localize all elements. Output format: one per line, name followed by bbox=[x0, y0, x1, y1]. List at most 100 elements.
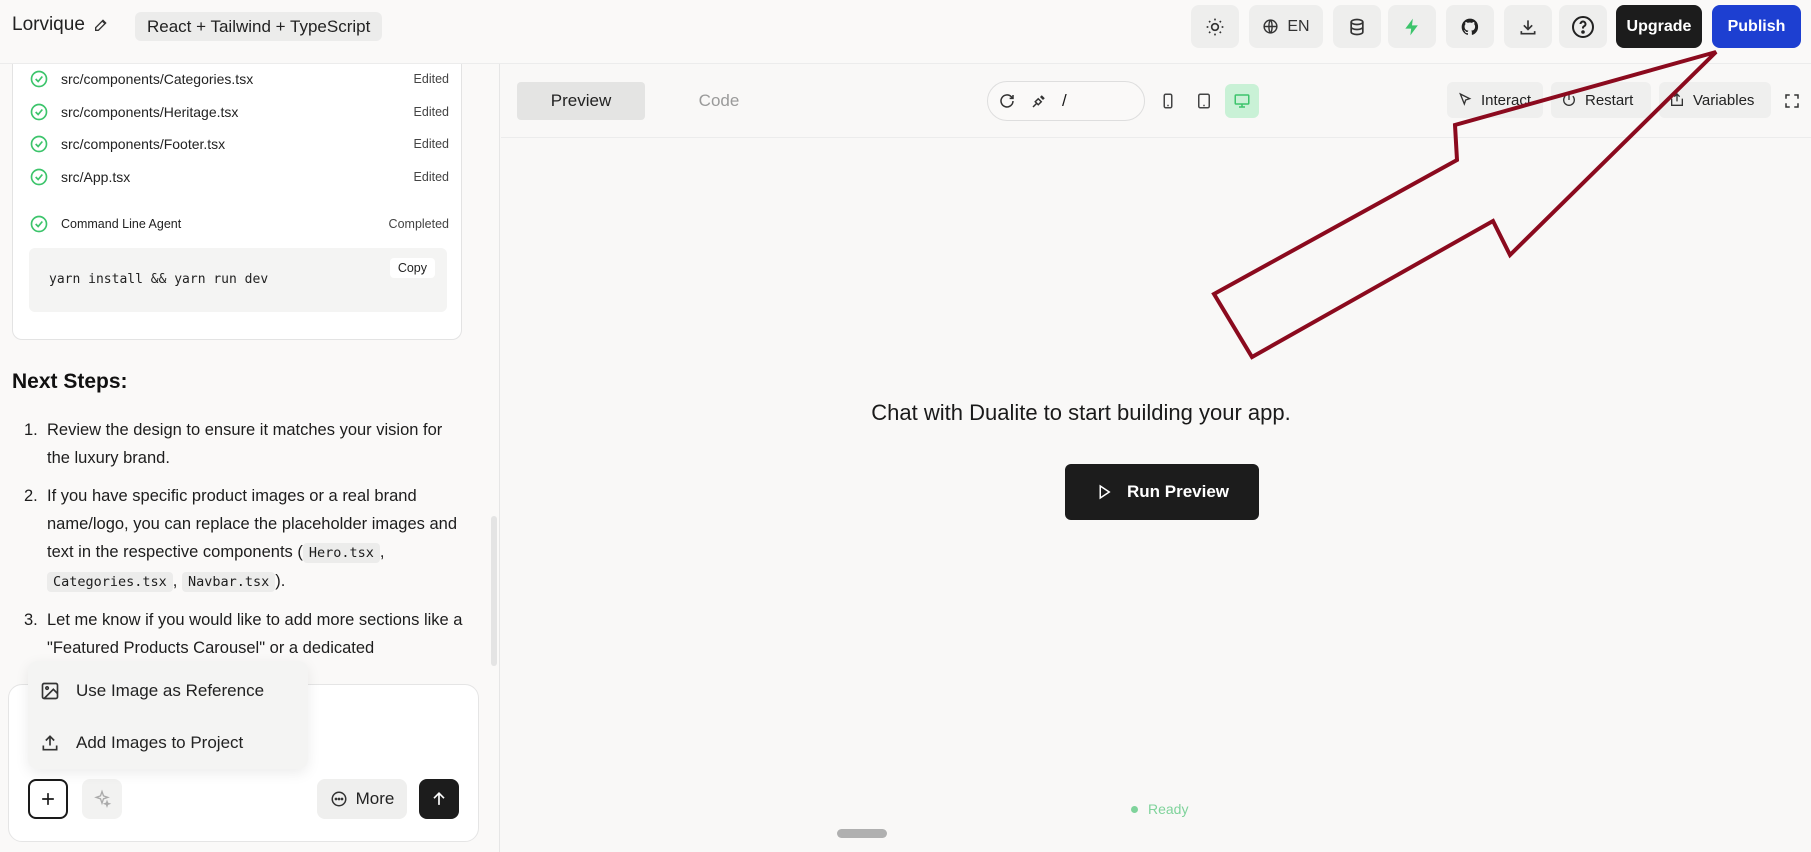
interact-button[interactable]: Interact bbox=[1447, 82, 1543, 118]
add-attachment-button[interactable] bbox=[28, 779, 68, 819]
inline-code: Hero.tsx bbox=[302, 543, 380, 563]
preview-toolbar: Preview Code / Interact Restart Variable… bbox=[501, 64, 1811, 138]
menu-item-add-images[interactable]: Add Images to Project bbox=[40, 725, 243, 761]
github-icon bbox=[1461, 18, 1479, 35]
command-code: yarn install && yarn run dev bbox=[49, 272, 269, 287]
mobile-view-button[interactable] bbox=[1151, 84, 1185, 118]
refresh-icon[interactable] bbox=[998, 92, 1016, 110]
command-agent-row: Command Line Agent Completed bbox=[29, 213, 449, 235]
check-circle-icon bbox=[30, 215, 48, 233]
upgrade-button[interactable]: Upgrade bbox=[1616, 5, 1702, 48]
run-preview-button[interactable]: Run Preview bbox=[1065, 464, 1259, 520]
project-name: Lorvique bbox=[12, 14, 85, 35]
menu-item-label: Add Images to Project bbox=[76, 733, 244, 752]
check-circle-icon bbox=[30, 103, 48, 121]
chat-scrollbar[interactable] bbox=[491, 516, 497, 666]
file-status: Edited bbox=[413, 72, 449, 86]
file-path: src/App.tsx bbox=[61, 169, 131, 185]
github-button[interactable] bbox=[1446, 5, 1494, 48]
globe-icon bbox=[1263, 19, 1278, 34]
file-status: Edited bbox=[413, 137, 449, 151]
url-bar[interactable]: / bbox=[987, 81, 1145, 121]
expand-icon bbox=[1785, 94, 1799, 108]
variables-icon bbox=[1671, 93, 1683, 106]
resize-handle[interactable] bbox=[837, 829, 887, 838]
check-circle-icon bbox=[30, 168, 48, 186]
status-label: Ready bbox=[1148, 801, 1189, 817]
next-steps-list: 1. Review the design to ensure it matche… bbox=[24, 416, 464, 672]
variables-button[interactable]: Variables bbox=[1659, 82, 1771, 118]
run-preview-label: Run Preview bbox=[1126, 482, 1230, 501]
restart-label: Restart bbox=[1585, 91, 1634, 109]
theme-toggle-button[interactable] bbox=[1191, 5, 1239, 48]
more-icon bbox=[331, 791, 347, 807]
command-code-block: yarn install && yarn run dev Copy bbox=[29, 248, 447, 312]
upload-icon bbox=[42, 735, 58, 751]
monitor-icon bbox=[1234, 94, 1250, 108]
file-path: src/components/Footer.tsx bbox=[61, 136, 226, 152]
next-steps-title: Next Steps: bbox=[12, 370, 128, 393]
restart-button[interactable]: Restart bbox=[1551, 82, 1651, 118]
check-circle-icon bbox=[30, 70, 48, 88]
list-item: 3. Let me know if you would like to add … bbox=[24, 611, 463, 657]
stack-badge: React + Tailwind + TypeScript bbox=[135, 12, 383, 41]
download-icon bbox=[1520, 19, 1536, 34]
tablet-icon bbox=[1198, 93, 1210, 109]
sun-icon bbox=[1206, 18, 1224, 35]
file-row: src/components/Footer.tsx Edited bbox=[29, 133, 449, 155]
inline-code: Categories.tsx bbox=[47, 572, 173, 592]
arrow-up-icon bbox=[433, 791, 445, 805]
download-button[interactable] bbox=[1504, 5, 1552, 48]
inline-code: Navbar.tsx bbox=[181, 572, 276, 592]
list-item: 2. If you have specific product images o… bbox=[24, 487, 458, 592]
interact-label: Interact bbox=[1481, 91, 1532, 109]
file-path: src/components/Categories.tsx bbox=[61, 71, 254, 87]
file-status: Edited bbox=[413, 170, 449, 184]
image-icon bbox=[41, 682, 59, 700]
variables-label: Variables bbox=[1693, 91, 1755, 109]
list-item: 1. Review the design to ensure it matche… bbox=[24, 421, 443, 467]
file-row: src/components/Heritage.tsx Edited bbox=[29, 101, 449, 123]
file-row: src/components/Categories.tsx Edited bbox=[29, 68, 449, 90]
database-button[interactable] bbox=[1333, 5, 1381, 48]
agent-name: Command Line Agent bbox=[61, 217, 182, 231]
fullscreen-button[interactable] bbox=[1775, 84, 1809, 118]
database-icon bbox=[1350, 18, 1364, 35]
play-icon bbox=[1099, 484, 1111, 500]
top-bar: Lorvique React + Tailwind + TypeScript E… bbox=[0, 0, 1811, 64]
tablet-view-button[interactable] bbox=[1187, 84, 1221, 118]
empty-state-message: Chat with Dualite to start building your… bbox=[871, 400, 1291, 425]
supabase-button[interactable] bbox=[1388, 5, 1436, 48]
attachment-menu: Use Image as Reference Add Images to Pro… bbox=[28, 661, 308, 769]
plug-icon[interactable] bbox=[1030, 92, 1048, 110]
more-label: More bbox=[355, 789, 395, 808]
help-icon bbox=[1572, 15, 1594, 38]
sparkle-icon bbox=[94, 789, 112, 809]
desktop-view-button[interactable] bbox=[1225, 84, 1259, 118]
file-path: src/components/Heritage.tsx bbox=[61, 104, 239, 120]
more-button[interactable]: More bbox=[317, 779, 407, 819]
language-label: EN bbox=[1287, 17, 1310, 35]
publish-button[interactable]: Publish bbox=[1712, 5, 1801, 48]
chat-panel: src/components/Categories.tsx Edited src… bbox=[0, 64, 500, 852]
copy-button[interactable]: Copy bbox=[389, 258, 435, 278]
send-button[interactable] bbox=[419, 779, 459, 819]
tab-preview[interactable]: Preview bbox=[517, 82, 645, 120]
agent-status: Completed bbox=[388, 217, 449, 231]
status-dot bbox=[1131, 805, 1138, 813]
preview-panel: Preview Code / Interact Restart Variable… bbox=[501, 64, 1811, 852]
pencil-icon[interactable] bbox=[93, 17, 109, 33]
menu-item-use-image-reference[interactable]: Use Image as Reference bbox=[40, 673, 264, 709]
power-icon bbox=[1563, 94, 1575, 106]
file-status: Edited bbox=[413, 105, 449, 119]
phone-icon bbox=[1163, 93, 1173, 109]
tab-code[interactable]: Code bbox=[655, 82, 783, 120]
plus-icon bbox=[42, 793, 54, 805]
language-button[interactable]: EN bbox=[1249, 5, 1323, 48]
enhance-prompt-button[interactable] bbox=[82, 779, 122, 819]
help-button[interactable] bbox=[1559, 5, 1607, 48]
file-row: src/App.tsx Edited bbox=[29, 166, 449, 188]
project-title[interactable]: Lorvique bbox=[12, 14, 109, 36]
url-path: / bbox=[1062, 91, 1067, 110]
check-circle-icon bbox=[30, 135, 48, 153]
